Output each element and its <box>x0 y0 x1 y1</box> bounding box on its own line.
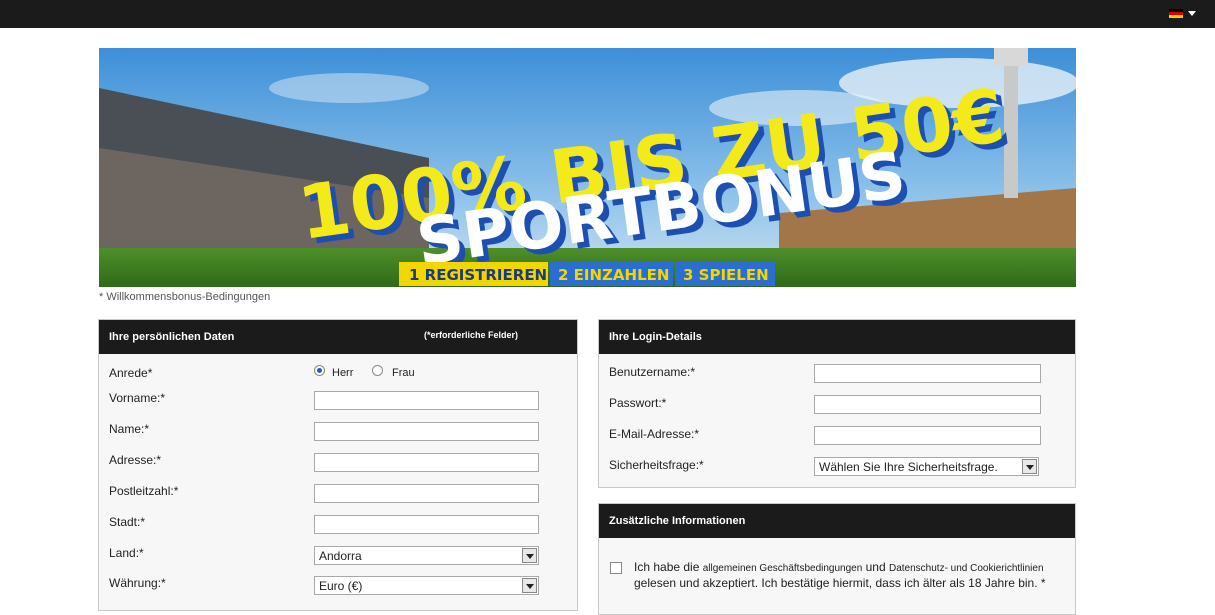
password-label: Passwort:* <box>609 396 667 410</box>
first-name-input[interactable] <box>314 391 539 410</box>
banner-step-3: 3 SPIELEN <box>683 266 769 284</box>
password-input[interactable] <box>814 395 1041 414</box>
country-select[interactable]: Andorra <box>314 546 539 565</box>
banner-step-2: 2 EINZAHLEN <box>558 266 669 284</box>
promo-banner[interactable]: 100% BIS ZU 50€ 100% BIS ZU 50€ SPORTBON… <box>99 48 1076 287</box>
address-input[interactable] <box>314 453 539 472</box>
banner-artwork: 100% BIS ZU 50€ 100% BIS ZU 50€ SPORTBON… <box>99 48 1076 287</box>
top-bar <box>0 0 1215 28</box>
required-fields-note: (*erforderliche Felder) <box>424 330 519 340</box>
currency-label: Währung:* <box>109 576 166 590</box>
salutation-label: Anrede* <box>109 366 153 380</box>
first-name-label: Vorname:* <box>109 391 166 405</box>
salutation-frau-label[interactable]: Frau <box>392 367 415 379</box>
salutation-herr-radio[interactable] <box>314 365 325 376</box>
username-input[interactable] <box>814 364 1041 383</box>
security-question-value: Wählen Sie Ihre Sicherheitsfrage. <box>819 460 998 474</box>
chevron-down-icon[interactable] <box>522 548 537 563</box>
privacy-link[interactable]: Datenschutz- und Cookierichtlinien <box>889 563 1044 574</box>
country-label: Land:* <box>109 546 144 560</box>
chevron-down-icon[interactable] <box>1022 459 1037 474</box>
postal-code-input[interactable] <box>314 484 539 503</box>
security-question-label: Sicherheitsfrage:* <box>609 458 704 472</box>
personal-data-title: Ihre persönlichen Daten <box>109 331 235 343</box>
username-label: Benutzername:* <box>609 365 696 379</box>
chevron-down-icon[interactable] <box>1188 11 1196 16</box>
address-label: Adresse:* <box>109 453 162 467</box>
chevron-down-icon[interactable] <box>522 578 537 593</box>
country-value: Andorra <box>319 549 362 563</box>
login-details-header: Ihre Login-Details <box>599 320 1075 354</box>
additional-info-header: Zusätzliche Informationen <box>599 504 1075 538</box>
bonus-terms-link[interactable]: * Willkommensbonus-Bedingungen <box>99 291 270 303</box>
terms-checkbox[interactable] <box>610 562 622 574</box>
salutation-herr-label[interactable]: Herr <box>332 367 353 379</box>
personal-data-header: Ihre persönlichen Daten (*erforderliche … <box>99 320 577 354</box>
additional-info-title: Zusätzliche Informationen <box>609 515 746 527</box>
additional-info-panel: Zusätzliche Informationen <box>598 503 1076 615</box>
city-label: Stadt:* <box>109 515 146 529</box>
security-question-select[interactable]: Wählen Sie Ihre Sicherheitsfrage. <box>814 457 1039 476</box>
banner-step-1: 1 REGISTRIEREN <box>409 266 547 284</box>
flag-de-icon[interactable] <box>1169 9 1183 18</box>
terms-text-3: gelesen und akzeptiert. Ich bestätige hi… <box>634 576 1046 590</box>
terms-text-2: und <box>862 560 889 574</box>
salutation-frau-radio[interactable] <box>372 365 383 376</box>
currency-value: Euro (€) <box>319 579 363 593</box>
last-name-label: Name:* <box>109 422 150 436</box>
login-details-title: Ihre Login-Details <box>609 331 702 343</box>
last-name-input[interactable] <box>314 422 539 441</box>
email-input[interactable] <box>814 426 1041 445</box>
terms-text-1: Ich habe die <box>634 560 703 574</box>
city-input[interactable] <box>314 515 539 534</box>
terms-text: Ich habe die allgemeinen Geschäftsbeding… <box>634 560 1064 590</box>
postal-code-label: Postleitzahl:* <box>109 484 179 498</box>
currency-select[interactable]: Euro (€) <box>314 576 539 595</box>
terms-link[interactable]: allgemeinen Geschäftsbedingungen <box>703 563 863 574</box>
email-label: E-Mail-Adresse:* <box>609 427 700 441</box>
